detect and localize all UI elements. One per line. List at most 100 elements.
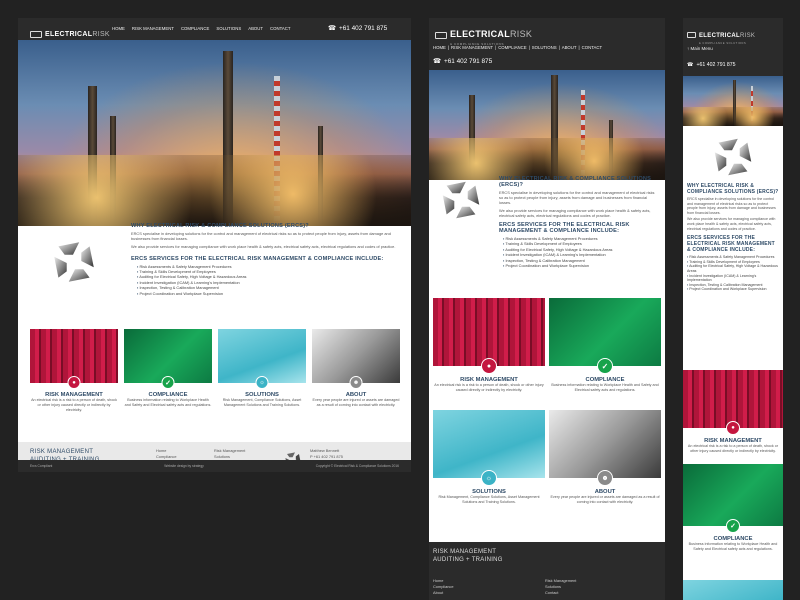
nav-compliance[interactable]: COMPLIANCE [181, 26, 209, 31]
tile-about[interactable]: ☻ ABOUT Every year people are injured or… [549, 410, 661, 505]
list-item: Project Coordination and Workplace Super… [687, 287, 779, 292]
logo-mark-icon [435, 31, 447, 39]
tile-solutions[interactable]: ☼ SOLUTIONS Risk Management, Compliance … [218, 329, 306, 437]
site-logo[interactable]: ELECTRICALRISK & COMPLIANCE SOLUTIONS [687, 24, 755, 45]
tile-text: Business information relating to Workpla… [688, 542, 778, 551]
logo-mark-icon [687, 31, 696, 38]
mobile-header: ELECTRICALRISK & COMPLIANCE SOLUTIONS ↑ … [683, 18, 783, 76]
nav-risk-management[interactable]: RISK MANAGEMENT [451, 45, 493, 50]
nav-risk-management[interactable]: RISK MANAGEMENT [132, 26, 174, 31]
intro-paragraph-2: We also provide services for managing co… [687, 217, 776, 231]
tile-compliance[interactable]: ✓ COMPLIANCE Business information relati… [549, 298, 661, 393]
tile-about[interactable]: ☻ ABOUT Every year people are injured or… [312, 329, 400, 437]
tile-text: Business information relating to Workpla… [124, 398, 212, 407]
footer-col-1: Home Compliance About [433, 578, 454, 596]
footer-link-about[interactable]: About [433, 590, 454, 596]
person-icon: ☻ [597, 470, 613, 486]
nav-home[interactable]: HOME [433, 45, 446, 50]
list-item: Auditing for Electrical Safety, High Vol… [687, 264, 779, 273]
footer-col-2: Risk Management Solutions Contact [545, 578, 576, 596]
bulb-icon: ☼ [255, 376, 269, 389]
tile-text: Every year people are injured or assets … [550, 495, 660, 504]
person-icon: ☻ [349, 376, 363, 389]
nav-compliance[interactable]: COMPLIANCE [498, 45, 526, 50]
site-logo[interactable]: ELECTRICALRISK & COMPLIANCE SOLUTIONS [435, 24, 532, 46]
tile-image [30, 329, 118, 383]
ercs-emblem-icon [442, 181, 480, 219]
phone-icon: ☎ [328, 25, 336, 32]
tablet-preview: ELECTRICALRISK & COMPLIANCE SOLUTIONS HO… [429, 18, 665, 600]
tile-compliance[interactable]: ✓ COMPLIANCE Business information relati… [683, 464, 783, 552]
intro-paragraph-2: We also provide services for managing co… [499, 207, 651, 218]
nav-about[interactable]: ABOUT [562, 45, 577, 50]
site-footer: RISK MANAGEMENT AUDITING + TRAINING Home… [429, 542, 665, 600]
menu-icon: ↑ [687, 46, 690, 51]
copyright-text: Copyright © Electrical Risk & Compliance… [315, 464, 399, 468]
intro-section: WHY ELECTRICAL RISK & COMPLIANCE SOLUTIO… [687, 183, 779, 292]
tile-text: Risk Management, Compliance Solutions, A… [222, 398, 302, 407]
desktop-preview: ELECTRICALRISK & COMPLIANCE SOLUTIONS HO… [18, 18, 411, 472]
tile-risk-management[interactable]: ● RISK MANAGEMENT An electrical risk is … [30, 329, 118, 437]
bottom-bar: Ercs Compliant Website design by strateg… [18, 460, 411, 472]
check-icon: ✓ [597, 358, 613, 374]
main-nav: HOME | RISK MANAGEMENT | COMPLIANCE | SOLUT… [433, 45, 603, 50]
header-phone[interactable]: ☎ +61 402 791 875 [687, 62, 736, 68]
tile-compliance[interactable]: ✓ COMPLIANCE Business information relati… [124, 329, 212, 437]
mobile-menu-toggle[interactable]: ↑ Main Menu [687, 46, 713, 51]
nav-contact[interactable]: CONTACT [582, 45, 602, 50]
services-list: Risk Assessments & Safety Management Pro… [687, 255, 779, 292]
header-phone[interactable]: ☎ +61 402 791 875 [328, 24, 387, 33]
tile-risk-management[interactable]: ● RISK MANAGEMENT An electrical risk is … [433, 298, 545, 393]
tile-text: An electrical risk is a risk to a person… [31, 398, 117, 412]
footer-tagline: RISK MANAGEMENT AUDITING + TRAINING [433, 549, 503, 563]
tile-solutions[interactable]: ☼ SOLUTIONS Risk Management, Compliance … [433, 410, 545, 505]
tile-image [218, 329, 306, 383]
tile-image [124, 329, 212, 383]
desktop-header: ELECTRICALRISK & COMPLIANCE SOLUTIONS HO… [18, 18, 411, 45]
nav-home[interactable]: HOME [112, 26, 125, 31]
feature-tiles: ● RISK MANAGEMENT An electrical risk is … [30, 329, 400, 437]
ercs-emblem-icon [714, 138, 752, 176]
intro-section: WHY ELECTRICAL RISK & COMPLIANCE SOLUTIO… [131, 223, 401, 296]
mobile-preview: ELECTRICALRISK & COMPLIANCE SOLUTIONS ↑ … [683, 18, 783, 600]
tablet-header: ELECTRICALRISK & COMPLIANCE SOLUTIONS HO… [429, 18, 665, 70]
intro-heading: WHY ELECTRICAL RISK & COMPLIANCE SOLUTIO… [131, 223, 309, 229]
tile-text: Every year people are injured or assets … [312, 398, 400, 407]
intro-paragraph-2: We also provide services for managing co… [131, 244, 396, 250]
tile-image [549, 298, 661, 366]
bulb-icon: ☼ [481, 470, 497, 486]
intro-heading: WHY ELECTRICAL RISK & COMPLIANCE SOLUTIO… [687, 183, 779, 195]
intro-heading: WHY ELECTRICAL RISK & COMPLIANCE SOLUTIO… [499, 176, 652, 188]
intro-paragraph-1: ERCS specialise in developing solutions … [499, 190, 655, 206]
phone-icon: ☎ [687, 62, 694, 68]
intro-section: WHY ELECTRICAL RISK & COMPLIANCE SOLUTIO… [499, 176, 659, 268]
nav-solutions[interactable]: SOLUTIONS [216, 26, 241, 31]
nav-solutions[interactable]: SOLUTIONS [532, 45, 557, 50]
tile-text: An electrical risk is a risk to a person… [434, 383, 544, 392]
intro-paragraph-1: ERCS specialise in developing solutions … [687, 197, 776, 215]
lock-icon: ● [726, 421, 740, 435]
intro-paragraph-1: ERCS specialise in developing solutions … [131, 231, 391, 242]
tile-image [683, 580, 783, 600]
nav-about[interactable]: ABOUT [248, 26, 263, 31]
nav-contact[interactable]: CONTACT [270, 26, 290, 31]
logo-mark-icon [30, 30, 42, 38]
services-list: Risk Assessments & Safety Management Pro… [137, 264, 401, 296]
tile-image [312, 329, 400, 383]
tile-image [433, 410, 545, 478]
refinery-lights [18, 155, 411, 226]
tile-image [683, 464, 783, 526]
list-item: Incident Investigation (ICAM) & Learning… [687, 274, 779, 283]
tile-image [549, 410, 661, 478]
phone-icon: ☎ [433, 58, 441, 65]
list-item: Project Coordination and Workplace Super… [503, 263, 659, 268]
bottom-left-text: Ercs Compliant [30, 464, 53, 468]
check-icon: ✓ [161, 376, 175, 389]
lock-icon: ● [481, 358, 497, 374]
footer-link-contact[interactable]: Contact [545, 590, 576, 596]
tile-risk-management[interactable]: ● RISK MANAGEMENT An electrical risk is … [683, 370, 783, 454]
bottom-mid-text[interactable]: Website design by strategy [164, 464, 204, 468]
tile-text: Business information relating to Workpla… [551, 383, 659, 392]
main-nav: HOME RISK MANAGEMENT COMPLIANCE SOLUTION… [112, 26, 290, 31]
header-phone[interactable]: ☎ +61 402 791 875 [433, 57, 492, 66]
